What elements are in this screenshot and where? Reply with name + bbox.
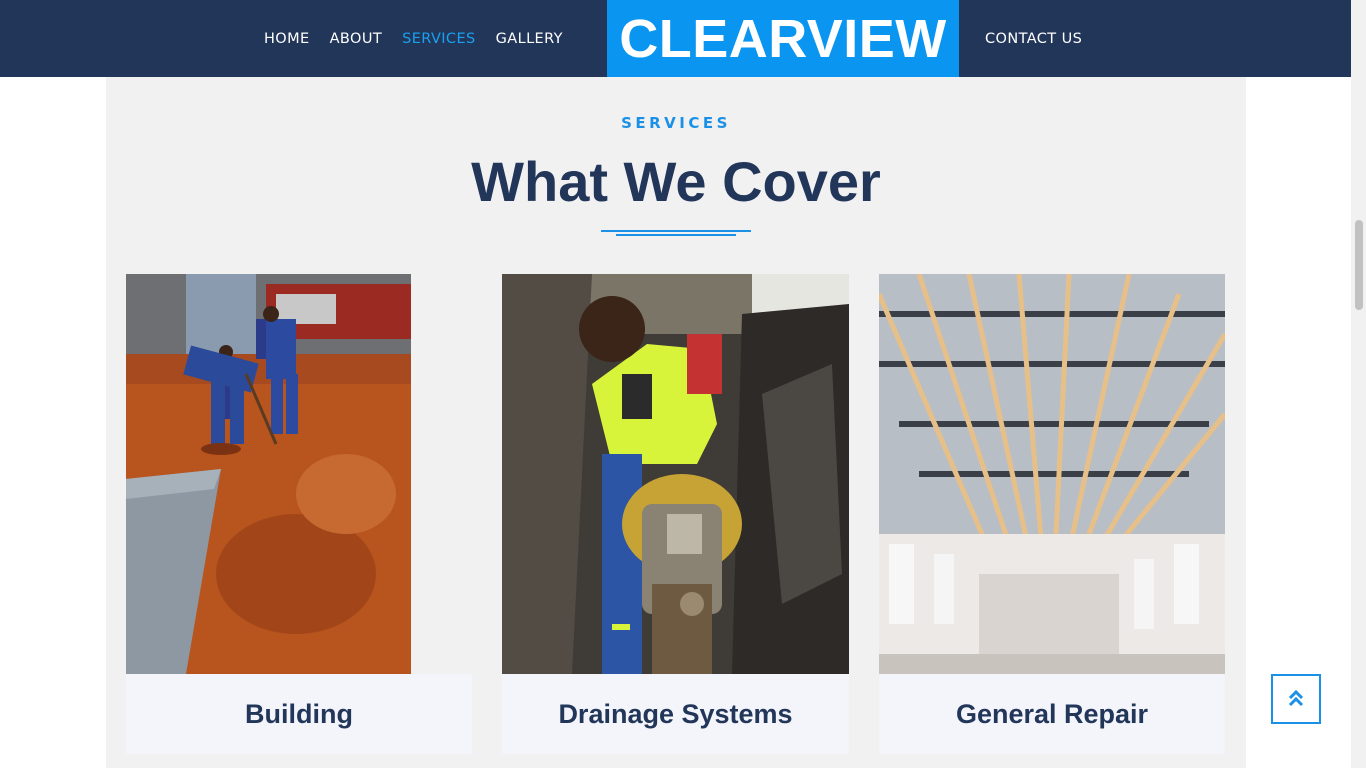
card-caption: General Repair — [879, 674, 1225, 754]
section-eyebrow: SERVICES — [621, 114, 731, 132]
building-site-photo — [126, 274, 411, 674]
page-scrollbar[interactable] — [1351, 0, 1366, 768]
service-card-drainage[interactable]: Drainage Systems — [502, 274, 849, 754]
nav-right-group: CONTACT US — [985, 0, 1102, 77]
service-card-general-repair[interactable]: General Repair — [879, 274, 1225, 754]
back-to-top-button[interactable] — [1271, 674, 1321, 724]
nav-services[interactable]: SERVICES — [402, 31, 476, 47]
nav-gallery[interactable]: GALLERY — [496, 31, 563, 47]
card-caption: Building — [126, 674, 472, 754]
scrollbar-thumb[interactable] — [1355, 220, 1363, 310]
roof-repair-photo — [879, 274, 1225, 674]
card-caption: Drainage Systems — [502, 674, 849, 754]
card-title-drainage: Drainage Systems — [558, 698, 793, 729]
nav-home[interactable]: HOME — [264, 31, 310, 47]
services-section: SERVICES What We Cover Building Drainage… — [106, 77, 1246, 768]
section-heading: What We Cover — [471, 150, 881, 213]
card-title-general-repair: General Repair — [955, 698, 1149, 729]
heading-underline — [601, 230, 751, 232]
drainage-trench-photo — [502, 274, 849, 674]
logo-text: CLEARVIEW — [619, 8, 947, 69]
double-chevron-up-icon — [1288, 689, 1304, 707]
site-logo[interactable]: CLEARVIEW — [607, 0, 959, 77]
service-card-building[interactable]: Building — [126, 274, 472, 754]
top-navigation-bar: HOME ABOUT SERVICES GALLERY CLEARVIEW CO… — [0, 0, 1351, 77]
nav-left-group: HOME ABOUT SERVICES GALLERY — [264, 0, 583, 77]
nav-about[interactable]: ABOUT — [330, 31, 383, 47]
heading-underline-secondary — [616, 234, 736, 236]
nav-contact-us[interactable]: CONTACT US — [985, 31, 1082, 47]
card-title-building: Building — [245, 698, 353, 729]
